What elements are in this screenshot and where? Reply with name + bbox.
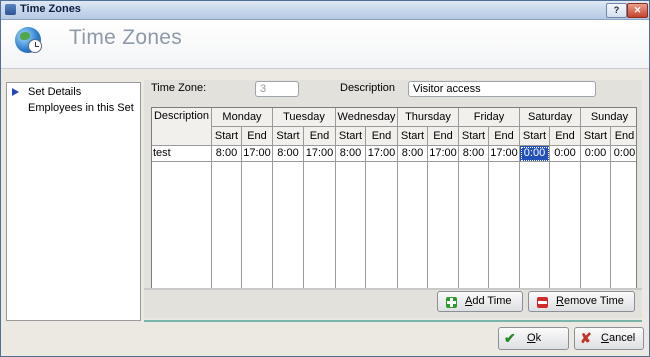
grid-column-line — [610, 160, 611, 289]
close-x-icon: ✘ — [580, 330, 592, 346]
cancel-label: Cancel — [601, 332, 636, 344]
remove-time-button[interactable]: Remove Time — [528, 291, 635, 312]
triangle-right-icon — [12, 88, 19, 96]
end-header: End — [366, 127, 398, 146]
day-header-tuesday: Tuesday — [273, 108, 336, 127]
end-header: End — [242, 127, 273, 146]
grid-column-line — [272, 160, 273, 289]
day-header-saturday: Saturday — [520, 108, 581, 127]
ok-label: Ok — [527, 332, 542, 344]
day-header-monday: Monday — [212, 108, 273, 127]
friday-end-cell[interactable]: 17:00 — [489, 146, 520, 162]
grid-column-line — [335, 160, 336, 289]
start-header: Start — [212, 127, 242, 146]
footer-separator — [144, 320, 642, 322]
sidebar-item-label: Set Details — [28, 86, 82, 98]
end-header: End — [550, 127, 581, 146]
row-description[interactable]: test — [152, 146, 212, 162]
thursday-end-cell[interactable]: 17:00 — [428, 146, 459, 162]
day-header-sunday: Sunday — [581, 108, 636, 127]
end-header: End — [304, 127, 336, 146]
day-header-friday: Friday — [459, 108, 520, 127]
add-time-button[interactable]: Add Time — [437, 291, 523, 312]
grid-column-line — [303, 160, 304, 289]
time-zones-window: Time Zones ? ✕ Time Zones Set Details Em… — [0, 0, 650, 357]
description-label: Description — [340, 82, 396, 94]
grid-horizontal-scrollbar[interactable] — [144, 288, 642, 290]
start-header: Start — [398, 127, 428, 146]
tuesday-start-cell[interactable]: 8:00 — [273, 146, 304, 162]
sidebar: Set Details Employees in this Set — [6, 82, 141, 321]
saturday-end-cell[interactable]: 0:00 — [550, 146, 581, 162]
start-header: Start — [273, 127, 304, 146]
start-header: Start — [520, 127, 550, 146]
help-button[interactable]: ? — [606, 3, 627, 18]
checkmark-icon: ✔ — [504, 330, 516, 346]
ok-button[interactable]: ✔ Ok — [498, 327, 569, 350]
end-header: End — [428, 127, 459, 146]
grid-column-line — [458, 160, 459, 289]
grid-column-line — [241, 160, 242, 289]
end-header: End — [489, 127, 520, 146]
saturday-start-cell[interactable]: 0:00 — [520, 146, 550, 162]
sunday-end-cell[interactable]: 0:00 — [611, 146, 636, 162]
grid-column-line — [427, 160, 428, 289]
start-header: Start — [459, 127, 489, 146]
day-header-wednesday: Wednesday — [336, 108, 398, 127]
minus-icon — [537, 297, 548, 308]
app-icon — [5, 4, 16, 15]
remove-time-label: Remove Time — [556, 295, 624, 307]
timezone-label: Time Zone: — [151, 82, 207, 94]
description-field[interactable]: Visitor access — [408, 81, 596, 97]
monday-end-cell[interactable]: 17:00 — [242, 146, 273, 162]
close-button[interactable]: ✕ — [627, 3, 648, 18]
end-header: End — [611, 127, 636, 146]
monday-start-cell[interactable]: 8:00 — [212, 146, 242, 162]
sidebar-item-label: Employees in this Set — [28, 102, 134, 114]
thursday-start-cell[interactable]: 8:00 — [398, 146, 428, 162]
grid-column-line — [397, 160, 398, 289]
page-title: Time Zones — [69, 26, 183, 49]
grid-column-line — [580, 160, 581, 289]
day-header-thursday: Thursday — [398, 108, 459, 127]
grid-column-line — [488, 160, 489, 289]
friday-start-cell[interactable]: 8:00 — [459, 146, 489, 162]
grid-header-description: Description — [152, 108, 212, 146]
grid-column-line — [365, 160, 366, 289]
sunday-start-cell[interactable]: 0:00 — [581, 146, 611, 162]
schedule-grid[interactable]: Description Monday Tuesday Wednesday Thu… — [151, 107, 637, 290]
add-time-label: Add Time — [465, 295, 512, 307]
grid-column-line — [211, 160, 212, 289]
grid-column-line — [549, 160, 550, 289]
window-title: Time Zones — [20, 3, 81, 15]
start-header: Start — [581, 127, 611, 146]
plus-icon — [446, 297, 457, 308]
grid-column-line — [519, 160, 520, 289]
start-header: Start — [336, 127, 366, 146]
header-banner: Time Zones — [1, 20, 649, 69]
title-bar[interactable]: Time Zones ? ✕ — [1, 1, 649, 20]
timezone-field[interactable]: 3 — [255, 81, 299, 97]
globe-clock-icon — [15, 27, 42, 53]
cancel-button[interactable]: ✘ Cancel — [574, 327, 644, 350]
tuesday-end-cell[interactable]: 17:00 — [304, 146, 336, 162]
wednesday-start-cell[interactable]: 8:00 — [336, 146, 366, 162]
wednesday-end-cell[interactable]: 17:00 — [366, 146, 398, 162]
